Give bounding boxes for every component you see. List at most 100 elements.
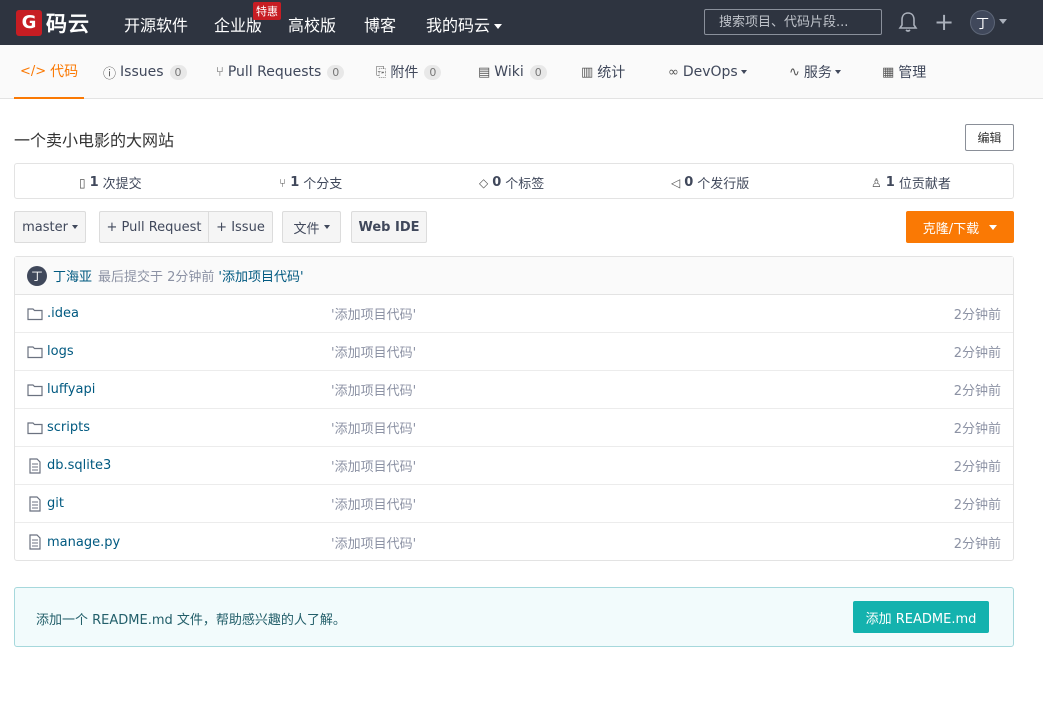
table-row[interactable]: logs '添加项目代码' 2分钟前	[15, 333, 1013, 371]
table-row[interactable]: .idea '添加项目代码' 2分钟前	[15, 295, 1013, 333]
file-time: 2分钟前	[953, 498, 1001, 513]
table-row[interactable]: db.sqlite3 '添加项目代码' 2分钟前	[15, 447, 1013, 485]
new-pull-request-button[interactable]: + Pull Request	[99, 211, 209, 243]
tab-statistics[interactable]: ▥ 统计	[581, 45, 625, 99]
table-row[interactable]: git '添加项目代码' 2分钟前	[15, 485, 1013, 523]
issue-icon: ⓘ	[103, 66, 117, 82]
add-readme-button[interactable]: 添加 README.md	[853, 601, 989, 633]
pull-requests-count: 0	[327, 64, 345, 80]
stat-commits[interactable]: ▯ 1 次提交	[79, 173, 142, 192]
code-icon: </>	[20, 63, 47, 79]
web-ide-button[interactable]: Web IDE	[351, 211, 427, 243]
chevron-down-icon	[323, 225, 330, 229]
tab-label: 统计	[597, 65, 626, 81]
commit-message[interactable]: '添加项目代码'	[218, 266, 303, 285]
stat-label: 次提交	[102, 177, 142, 192]
clone-download-button[interactable]: 克隆/下载	[906, 211, 1014, 243]
repo-description: 一个卖小电影的大网站	[14, 131, 175, 150]
tab-label: 服务	[803, 65, 832, 81]
nav-university[interactable]: 高校版	[288, 12, 336, 36]
tab-code[interactable]: </> 代码	[14, 45, 85, 99]
file-icon	[29, 496, 41, 512]
commit-meta: 最后提交于 2分钟前	[98, 270, 215, 285]
manage-icon: ▦	[882, 64, 895, 80]
file-name[interactable]: manage.py	[47, 535, 120, 550]
plus-icon[interactable]: +	[934, 10, 954, 34]
file-name[interactable]: db.sqlite3	[47, 458, 111, 473]
file-name[interactable]: .idea	[47, 306, 79, 321]
tab-manage[interactable]: ▦ 管理	[882, 45, 926, 99]
nav-my-gitee[interactable]: 我的码云	[426, 12, 503, 36]
branch-select[interactable]: master	[14, 211, 86, 243]
file-commit-message[interactable]: '添加项目代码'	[331, 380, 416, 399]
branch-icon: ⑂	[279, 175, 287, 190]
tab-label: 管理	[898, 65, 927, 81]
commit-author-avatar[interactable]: 丁	[27, 265, 47, 286]
table-row[interactable]: luffyapi '添加项目代码' 2分钟前	[15, 371, 1013, 409]
gitee-logo[interactable]: G 码云	[16, 8, 102, 38]
nav-blog[interactable]: 博客	[364, 12, 396, 36]
commit-author[interactable]: 丁海亚	[53, 266, 92, 285]
chevron-down-icon	[740, 70, 747, 74]
chart-icon: ▥	[581, 64, 594, 80]
bell-icon[interactable]	[898, 11, 918, 33]
issues-count: 0	[169, 64, 187, 80]
file-commit-message[interactable]: '添加项目代码'	[331, 342, 416, 361]
tab-wiki[interactable]: ▤ Wiki 0	[478, 45, 547, 99]
stat-tags[interactable]: ◇ 0 个标签	[479, 173, 544, 192]
tab-label: Issues	[120, 64, 164, 80]
logo-text: 码云	[46, 11, 90, 36]
folder-icon	[27, 346, 43, 359]
tab-label: Wiki	[494, 64, 524, 80]
stat-contributors[interactable]: ♙ 1 位贡献者	[871, 173, 951, 192]
tab-devops[interactable]: ∞ DevOps	[668, 45, 747, 99]
readme-prompt-text: 添加一个 README.md 文件，帮助感兴趣的人了解。	[36, 613, 346, 628]
tab-label: 代码	[50, 64, 79, 80]
tab-pull-requests[interactable]: ⑂ Pull Requests 0	[216, 45, 345, 99]
file-commit-message[interactable]: '添加项目代码'	[331, 456, 416, 475]
logo-icon: G	[16, 9, 42, 36]
file-name[interactable]: logs	[47, 344, 74, 359]
stat-releases[interactable]: ◁ 0 个发行版	[671, 173, 749, 192]
commit-icon: ▯	[79, 175, 86, 190]
search-input[interactable]	[704, 9, 882, 35]
chevron-down-icon[interactable]	[999, 19, 1007, 24]
file-time: 2分钟前	[953, 422, 1001, 437]
file-name[interactable]: git	[47, 496, 64, 511]
table-row[interactable]: manage.py '添加项目代码' 2分钟前	[15, 523, 1013, 561]
stat-label: 个发行版	[697, 177, 750, 192]
nav-open-source[interactable]: 开源软件	[124, 12, 188, 36]
pulse-icon: ∿	[789, 64, 800, 80]
file-time: 2分钟前	[953, 460, 1001, 475]
file-commit-message[interactable]: '添加项目代码'	[331, 494, 416, 513]
tab-attachments[interactable]: ⎘ 附件 0	[376, 45, 442, 99]
file-commit-message[interactable]: '添加项目代码'	[331, 533, 416, 552]
hot-badge: 特惠	[253, 2, 281, 20]
new-issue-button[interactable]: + Issue	[208, 211, 273, 243]
table-row[interactable]: scripts '添加项目代码' 2分钟前	[15, 409, 1013, 447]
edit-button[interactable]: 编辑	[965, 124, 1014, 151]
wiki-icon: ▤	[478, 64, 491, 80]
attachments-count: 0	[424, 64, 442, 80]
file-name[interactable]: luffyapi	[47, 382, 95, 397]
tab-services[interactable]: ∿ 服务	[789, 45, 841, 99]
file-commit-message[interactable]: '添加项目代码'	[331, 418, 416, 437]
file-list: 丁 丁海亚 最后提交于 2分钟前 '添加项目代码' .idea '添加项目代码'…	[14, 256, 1014, 561]
folder-icon	[27, 308, 43, 321]
file-time: 2分钟前	[953, 346, 1001, 361]
chevron-down-icon	[834, 70, 841, 74]
file-commit-message[interactable]: '添加项目代码'	[331, 304, 416, 323]
file-name[interactable]: scripts	[47, 420, 90, 435]
attachment-icon: ⎘	[376, 64, 387, 80]
tag-icon: ◇	[479, 175, 489, 190]
readme-prompt: 添加一个 README.md 文件，帮助感兴趣的人了解。 添加 README.m…	[14, 587, 1014, 647]
tab-issues[interactable]: ⓘ Issues 0	[103, 45, 187, 99]
file-time: 2分钟前	[953, 308, 1001, 323]
folder-icon	[27, 422, 43, 435]
chevron-down-icon	[71, 225, 78, 229]
latest-commit-bar: 丁 丁海亚 最后提交于 2分钟前 '添加项目代码'	[15, 257, 1013, 295]
tab-label: DevOps	[682, 64, 738, 80]
user-avatar[interactable]: 丁	[970, 10, 995, 35]
file-menu-button[interactable]: 文件	[282, 211, 341, 243]
stat-branches[interactable]: ⑂ 1 个分支	[279, 173, 342, 192]
